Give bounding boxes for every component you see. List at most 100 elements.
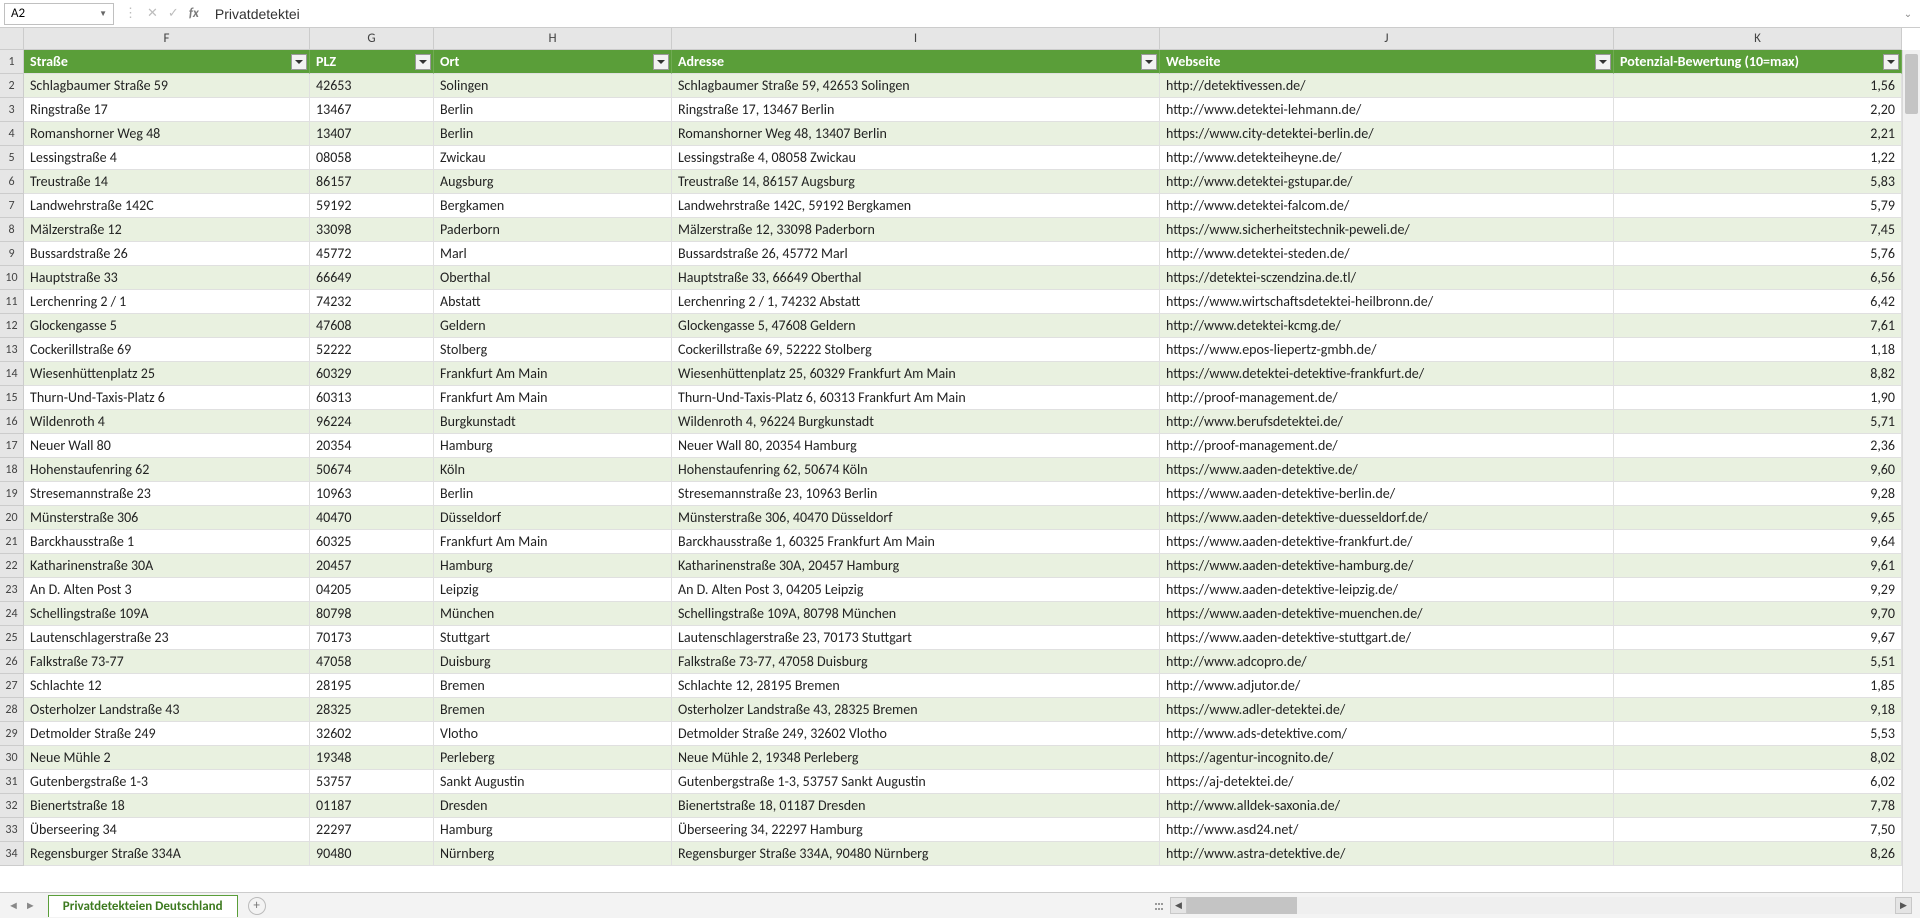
cell[interactable]: https://www.aaden-detektive-duesseldorf.…	[1160, 506, 1614, 530]
cell[interactable]: https://agentur-incognito.de/	[1160, 746, 1614, 770]
cell[interactable]: Wildenroth 4	[24, 410, 310, 434]
chevron-down-icon[interactable]: ▼	[99, 9, 107, 19]
cell[interactable]: 5,76	[1614, 242, 1902, 266]
cell[interactable]: Cockerillstraße 69, 52222 Stolberg	[672, 338, 1160, 362]
cell[interactable]: 90480	[310, 842, 434, 866]
cell[interactable]: Treustraße 14	[24, 170, 310, 194]
cell[interactable]: 9,18	[1614, 698, 1902, 722]
cell[interactable]: 9,61	[1614, 554, 1902, 578]
row-header[interactable]: 1	[0, 50, 24, 74]
cell[interactable]: Geldern	[434, 314, 672, 338]
cell[interactable]: Münsterstraße 306	[24, 506, 310, 530]
cell[interactable]: Perleberg	[434, 746, 672, 770]
row-header[interactable]: 19	[0, 482, 24, 506]
cell[interactable]: 9,65	[1614, 506, 1902, 530]
cell[interactable]: 96224	[310, 410, 434, 434]
header-cell[interactable]: Straße	[24, 50, 310, 74]
row-header[interactable]: 14	[0, 362, 24, 386]
cell[interactable]: Cockerillstraße 69	[24, 338, 310, 362]
filter-dropdown-icon[interactable]	[1883, 54, 1899, 70]
cell[interactable]: Neuer Wall 80, 20354 Hamburg	[672, 434, 1160, 458]
row-header[interactable]: 17	[0, 434, 24, 458]
cell[interactable]: 50674	[310, 458, 434, 482]
cell[interactable]: 47608	[310, 314, 434, 338]
cell[interactable]: Lerchenring 2 / 1	[24, 290, 310, 314]
cell[interactable]: Berlin	[434, 98, 672, 122]
row-header[interactable]: 7	[0, 194, 24, 218]
row-header[interactable]: 28	[0, 698, 24, 722]
column-header-J[interactable]: J	[1160, 28, 1614, 50]
cell[interactable]: 10963	[310, 482, 434, 506]
cell[interactable]: http://www.detektei-falcom.de/	[1160, 194, 1614, 218]
cell[interactable]: Wiesenhüttenplatz 25	[24, 362, 310, 386]
name-box[interactable]: A2 ▼	[4, 3, 114, 25]
cell[interactable]: http://www.berufsdetektei.de/	[1160, 410, 1614, 434]
cell[interactable]: 2,20	[1614, 98, 1902, 122]
filter-dropdown-icon[interactable]	[291, 54, 307, 70]
cell[interactable]: Ringstraße 17, 13467 Berlin	[672, 98, 1160, 122]
cell[interactable]: Schlachte 12	[24, 674, 310, 698]
accept-icon[interactable]: ✓	[168, 6, 179, 21]
cell[interactable]: Stresemannstraße 23	[24, 482, 310, 506]
cell[interactable]: Bremen	[434, 698, 672, 722]
horizontal-scrollbar[interactable]: ◀ ▶	[1170, 897, 1912, 914]
cell[interactable]: Lessingstraße 4	[24, 146, 310, 170]
cell[interactable]: Wiesenhüttenplatz 25, 60329 Frankfurt Am…	[672, 362, 1160, 386]
cell[interactable]: 19348	[310, 746, 434, 770]
cell[interactable]: Stolberg	[434, 338, 672, 362]
row-header[interactable]: 12	[0, 314, 24, 338]
cell[interactable]: 8,02	[1614, 746, 1902, 770]
cell[interactable]: Münsterstraße 306, 40470 Düsseldorf	[672, 506, 1160, 530]
expand-formula-bar-icon[interactable]: ⌄	[1900, 7, 1916, 20]
cell[interactable]: https://www.wirtschaftsdetektei-heilbron…	[1160, 290, 1614, 314]
cell[interactable]: 22297	[310, 818, 434, 842]
cell[interactable]: Überseering 34, 22297 Hamburg	[672, 818, 1160, 842]
cell[interactable]: 9,29	[1614, 578, 1902, 602]
header-cell[interactable]: Webseite	[1160, 50, 1614, 74]
cell[interactable]: 33098	[310, 218, 434, 242]
scroll-left-icon[interactable]: ◀	[1170, 897, 1187, 914]
cell[interactable]: Abstatt	[434, 290, 672, 314]
cell[interactable]: Frankfurt Am Main	[434, 362, 672, 386]
cell[interactable]: Oberthal	[434, 266, 672, 290]
cell[interactable]: 74232	[310, 290, 434, 314]
cell[interactable]: 08058	[310, 146, 434, 170]
cell[interactable]: http://www.detektei-steden.de/	[1160, 242, 1614, 266]
row-header[interactable]: 31	[0, 770, 24, 794]
cell[interactable]: 20457	[310, 554, 434, 578]
row-header[interactable]: 30	[0, 746, 24, 770]
filter-dropdown-icon[interactable]	[1141, 54, 1157, 70]
row-header[interactable]: 2	[0, 74, 24, 98]
row-header[interactable]: 20	[0, 506, 24, 530]
row-header[interactable]: 8	[0, 218, 24, 242]
cell[interactable]: 40470	[310, 506, 434, 530]
row-header[interactable]: 5	[0, 146, 24, 170]
cell[interactable]: 52222	[310, 338, 434, 362]
cell[interactable]: Hohenstaufenring 62, 50674 Köln	[672, 458, 1160, 482]
cell[interactable]: Gutenbergstraße 1-3, 53757 Sankt Augusti…	[672, 770, 1160, 794]
cell[interactable]: An D. Alten Post 3, 04205 Leipzig	[672, 578, 1160, 602]
filter-dropdown-icon[interactable]	[653, 54, 669, 70]
cell[interactable]: 70173	[310, 626, 434, 650]
cell[interactable]: Neue Mühle 2, 19348 Perleberg	[672, 746, 1160, 770]
cell[interactable]: https://www.aaden-detektive.de/	[1160, 458, 1614, 482]
sheet-tab-active[interactable]: Privatdetekteien Deutschland	[48, 895, 238, 917]
row-header[interactable]: 4	[0, 122, 24, 146]
row-header[interactable]: 32	[0, 794, 24, 818]
cell[interactable]: 9,67	[1614, 626, 1902, 650]
cell[interactable]: Schellingstraße 109A	[24, 602, 310, 626]
vertical-scrollbar-thumb[interactable]	[1905, 54, 1918, 114]
cell[interactable]: Düsseldorf	[434, 506, 672, 530]
cell[interactable]: https://www.aaden-detektive-leipzig.de/	[1160, 578, 1614, 602]
cell[interactable]: 1,22	[1614, 146, 1902, 170]
cell[interactable]: 20354	[310, 434, 434, 458]
cell[interactable]: 1,85	[1614, 674, 1902, 698]
cell[interactable]: Glockengasse 5, 47608 Geldern	[672, 314, 1160, 338]
cell[interactable]: Bussardstraße 26, 45772 Marl	[672, 242, 1160, 266]
cell[interactable]: 8,82	[1614, 362, 1902, 386]
cells-area[interactable]: StraßePLZOrtAdresseWebseitePotenzial-Bew…	[24, 50, 1902, 892]
row-header[interactable]: 22	[0, 554, 24, 578]
cell[interactable]: 5,53	[1614, 722, 1902, 746]
cell[interactable]: 9,28	[1614, 482, 1902, 506]
row-header[interactable]: 3	[0, 98, 24, 122]
